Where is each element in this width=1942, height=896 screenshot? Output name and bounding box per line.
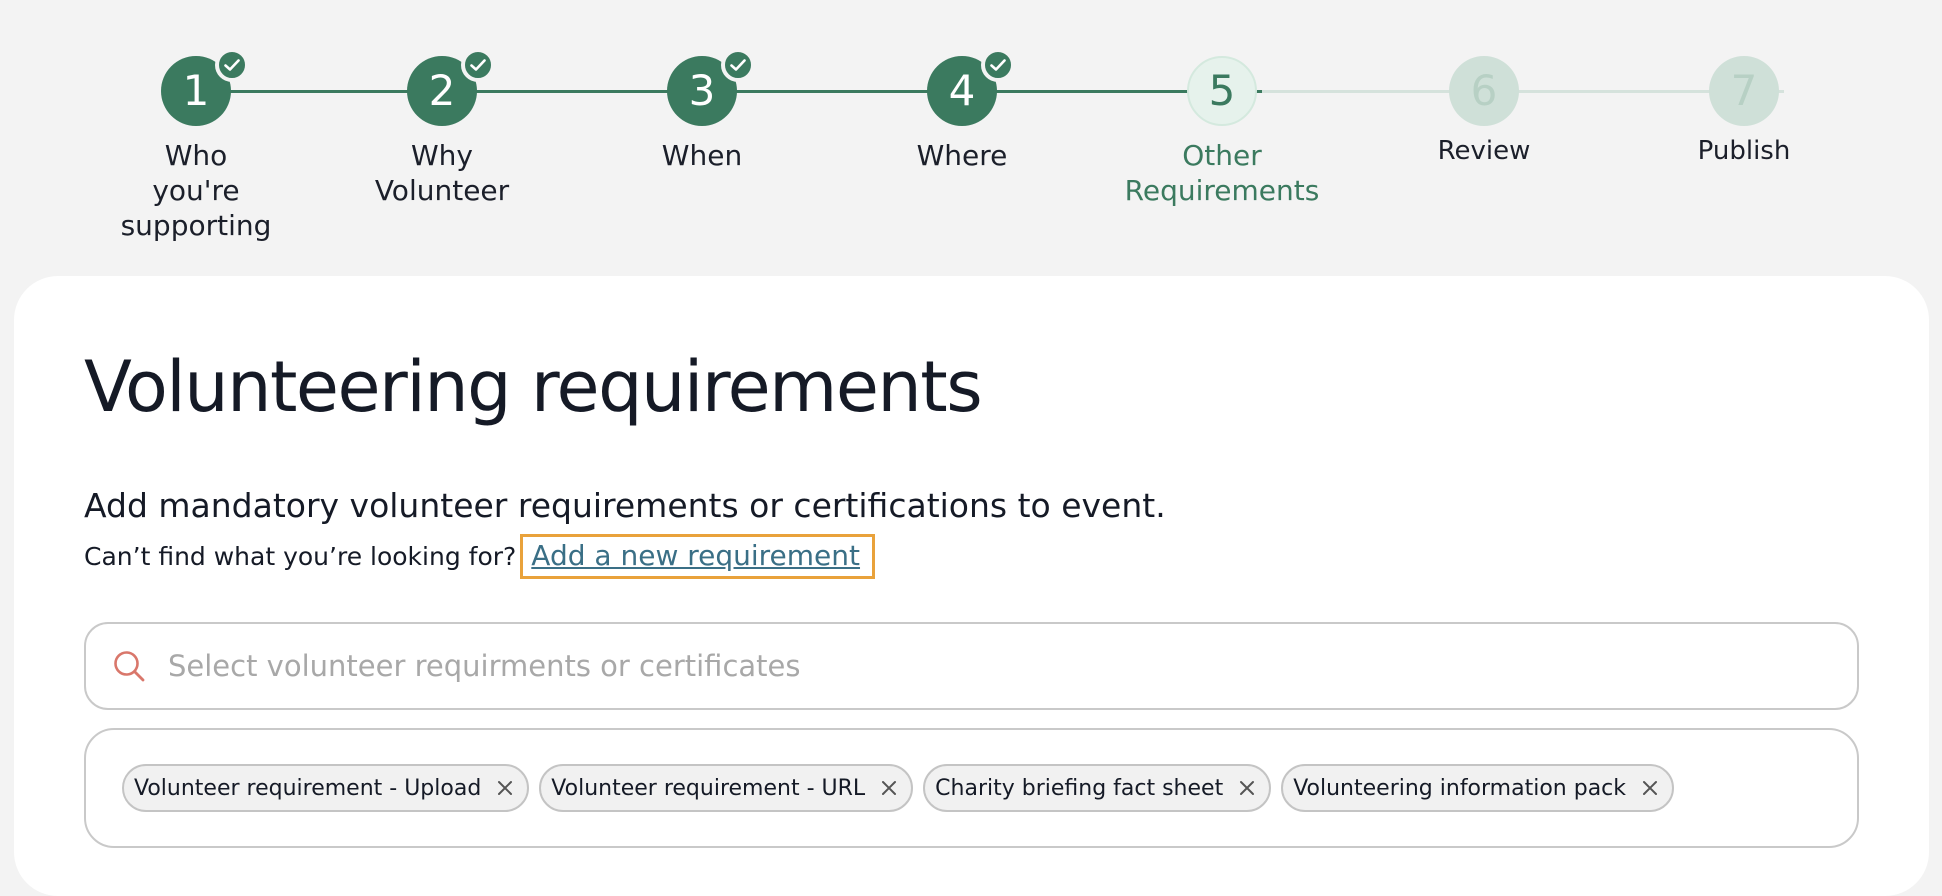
step-where[interactable]: 4 Where xyxy=(852,48,1072,173)
step-when[interactable]: 3 When xyxy=(592,48,812,173)
chip-label: Volunteering information pack xyxy=(1293,775,1627,801)
check-icon xyxy=(461,48,495,82)
selected-requirements: Volunteer requirement - Upload Volunteer… xyxy=(84,728,1859,848)
close-icon[interactable] xyxy=(879,778,899,798)
step-publish: 7 Publish xyxy=(1634,56,1854,169)
progress-stepper: 1 Who you're supporting 2 Why Volunteer … xyxy=(0,0,1942,270)
close-icon[interactable] xyxy=(1237,778,1257,798)
step-who-youre-supporting[interactable]: 1 Who you're supporting xyxy=(86,48,306,243)
page-title: Volunteering requirements xyxy=(84,346,983,428)
chip-label: Volunteer requirement - URL xyxy=(551,775,866,801)
requirement-chip: Volunteer requirement - URL xyxy=(539,764,914,812)
search-icon xyxy=(114,651,145,682)
close-icon[interactable] xyxy=(1640,778,1660,798)
step-label: When xyxy=(661,139,743,172)
step-number: 5 xyxy=(1187,56,1257,126)
step-label: Review xyxy=(1437,136,1531,166)
step-label: Where xyxy=(916,139,1008,172)
search-input[interactable] xyxy=(166,648,1857,684)
check-icon xyxy=(721,48,755,82)
step-number: 2 xyxy=(407,48,495,126)
requirement-chip: Volunteer requirement - Upload xyxy=(122,764,530,812)
step-other-requirements[interactable]: 5 Other Requirements xyxy=(1112,56,1332,208)
requirement-chip: Volunteering information pack xyxy=(1281,764,1675,812)
add-new-requirement-link[interactable]: Add a new requirement xyxy=(520,534,876,579)
chip-label: Volunteer requirement - Upload xyxy=(134,775,482,801)
step-number: 4 xyxy=(927,48,1015,126)
step-label: Why Volunteer xyxy=(374,139,510,207)
check-icon xyxy=(215,48,249,82)
step-label: Publish xyxy=(1697,136,1791,166)
section-subheading: Add mandatory volunteer requirements or … xyxy=(84,486,1166,525)
close-icon[interactable] xyxy=(495,778,515,798)
step-number: 6 xyxy=(1449,56,1519,126)
requirements-card: Volunteering requirements Add mandatory … xyxy=(14,276,1929,896)
requirements-search[interactable] xyxy=(84,622,1859,710)
step-number: 1 xyxy=(161,48,249,126)
chip-label: Charity briefing fact sheet xyxy=(935,775,1224,801)
step-why-volunteer[interactable]: 2 Why Volunteer xyxy=(332,48,552,208)
step-number: 7 xyxy=(1709,56,1779,126)
step-number: 3 xyxy=(667,48,755,126)
step-label: Other Requirements xyxy=(1124,139,1320,207)
requirement-chip: Charity briefing fact sheet xyxy=(923,764,1272,812)
helper-row: Can’t find what you’re looking for? Add … xyxy=(84,534,876,579)
step-review: 6 Review xyxy=(1374,56,1594,169)
check-icon xyxy=(981,48,1015,82)
helper-text: Can’t find what you’re looking for? xyxy=(84,542,517,571)
step-label: Who you're supporting xyxy=(120,139,272,242)
